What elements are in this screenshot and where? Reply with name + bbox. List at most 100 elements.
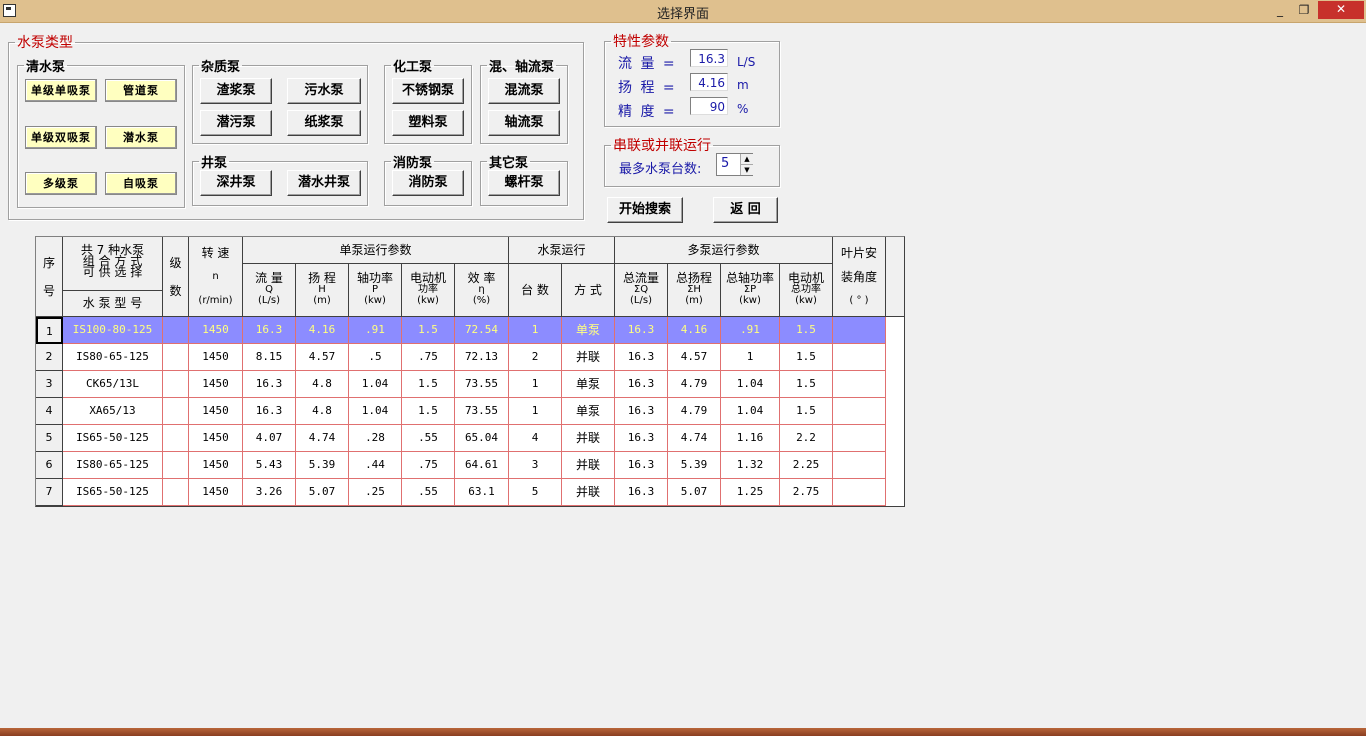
max-pumps-value[interactable]: 5 bbox=[721, 156, 729, 171]
submersible-well-pump-button[interactable]: 潜水井泵 bbox=[287, 170, 361, 196]
head-input[interactable]: 4.16 bbox=[690, 73, 728, 91]
cell-shaft-power[interactable]: .28 bbox=[349, 425, 402, 452]
cell-stage[interactable] bbox=[163, 452, 189, 479]
cell-motor-power[interactable]: .55 bbox=[402, 425, 455, 452]
deep-well-pump-button[interactable]: 深井泵 bbox=[200, 170, 272, 196]
cell-count[interactable]: 1 bbox=[509, 317, 562, 344]
row-number[interactable]: 7 bbox=[36, 479, 63, 506]
cell-total-motor-power[interactable]: 1.5 bbox=[780, 317, 833, 344]
cell-mode[interactable]: 单泵 bbox=[562, 371, 615, 398]
cell-shaft-power[interactable]: .25 bbox=[349, 479, 402, 506]
cell-speed[interactable]: 1450 bbox=[189, 425, 243, 452]
submersible-sewage-button[interactable]: 潜污泵 bbox=[200, 110, 272, 136]
cell-mode[interactable]: 并联 bbox=[562, 479, 615, 506]
cell-total-flow[interactable]: 16.3 bbox=[615, 479, 668, 506]
cell-total-head[interactable]: 4.57 bbox=[668, 344, 721, 371]
cell-total-head[interactable]: 4.79 bbox=[668, 398, 721, 425]
cell-count[interactable]: 5 bbox=[509, 479, 562, 506]
cell-model[interactable]: IS80-65-125 bbox=[63, 344, 163, 371]
cell-model[interactable]: IS100-80-125 bbox=[63, 317, 163, 344]
cell-total-motor-power[interactable]: 2.2 bbox=[780, 425, 833, 452]
results-grid[interactable]: 序号 共 7 种水泵组 合 方 式可 供 选 择 水 泵 型 号 级数 转 速n… bbox=[35, 236, 905, 507]
cell-total-shaft-power[interactable]: 1.25 bbox=[721, 479, 780, 506]
cell-total-flow[interactable]: 16.3 bbox=[615, 371, 668, 398]
cell-flow[interactable]: 16.3 bbox=[243, 317, 296, 344]
cell-head[interactable]: 4.8 bbox=[296, 371, 349, 398]
plastic-pump-button[interactable]: 塑料泵 bbox=[392, 110, 464, 136]
cell-count[interactable]: 1 bbox=[509, 398, 562, 425]
cell-count[interactable]: 1 bbox=[509, 371, 562, 398]
cell-total-shaft-power[interactable]: 1.04 bbox=[721, 398, 780, 425]
cell-flow[interactable]: 16.3 bbox=[243, 371, 296, 398]
cell-count[interactable]: 3 bbox=[509, 452, 562, 479]
cell-total-motor-power[interactable]: 2.25 bbox=[780, 452, 833, 479]
row-number[interactable]: 1 bbox=[36, 317, 63, 344]
cell-model[interactable]: IS65-50-125 bbox=[63, 425, 163, 452]
cell-model[interactable]: IS80-65-125 bbox=[63, 452, 163, 479]
fire-pump-button[interactable]: 消防泵 bbox=[392, 170, 464, 196]
cell-total-head[interactable]: 5.39 bbox=[668, 452, 721, 479]
cell-shaft-power[interactable]: .91 bbox=[349, 317, 402, 344]
cell-total-shaft-power[interactable]: 1.04 bbox=[721, 371, 780, 398]
cell-stage[interactable] bbox=[163, 371, 189, 398]
sewage-pump-button[interactable]: 污水泵 bbox=[287, 78, 361, 104]
cell-stage[interactable] bbox=[163, 398, 189, 425]
cell-stage[interactable] bbox=[163, 425, 189, 452]
cell-total-motor-power[interactable]: 1.5 bbox=[780, 398, 833, 425]
spin-up-icon[interactable]: ▲ bbox=[740, 154, 753, 165]
cell-total-flow[interactable]: 16.3 bbox=[615, 317, 668, 344]
screw-pump-button[interactable]: 螺杆泵 bbox=[488, 170, 560, 196]
cell-blade-angle[interactable] bbox=[833, 398, 886, 425]
cell-motor-power[interactable]: 1.5 bbox=[402, 371, 455, 398]
cell-total-head[interactable]: 4.79 bbox=[668, 371, 721, 398]
cell-motor-power[interactable]: .75 bbox=[402, 452, 455, 479]
precision-input[interactable]: 90 bbox=[690, 97, 728, 115]
pipeline-pump-button[interactable]: 管道泵 bbox=[105, 79, 177, 102]
single-stage-double-suction-button[interactable]: 单级双吸泵 bbox=[25, 126, 97, 149]
submersible-pump-button[interactable]: 潜水泵 bbox=[105, 126, 177, 149]
self-priming-pump-button[interactable]: 自吸泵 bbox=[105, 172, 177, 195]
cell-head[interactable]: 4.16 bbox=[296, 317, 349, 344]
row-number[interactable]: 2 bbox=[36, 344, 63, 371]
cell-speed[interactable]: 1450 bbox=[189, 398, 243, 425]
cell-motor-power[interactable]: 1.5 bbox=[402, 317, 455, 344]
cell-efficiency[interactable]: 72.13 bbox=[455, 344, 509, 371]
cell-head[interactable]: 4.74 bbox=[296, 425, 349, 452]
cell-head[interactable]: 5.07 bbox=[296, 479, 349, 506]
cell-speed[interactable]: 1450 bbox=[189, 371, 243, 398]
cell-stage[interactable] bbox=[163, 479, 189, 506]
cell-count[interactable]: 2 bbox=[509, 344, 562, 371]
cell-head[interactable]: 4.8 bbox=[296, 398, 349, 425]
cell-total-flow[interactable]: 16.3 bbox=[615, 425, 668, 452]
cell-flow[interactable]: 16.3 bbox=[243, 398, 296, 425]
paper-pulp-pump-button[interactable]: 纸浆泵 bbox=[287, 110, 361, 136]
cell-speed[interactable]: 1450 bbox=[189, 344, 243, 371]
cell-blade-angle[interactable] bbox=[833, 479, 886, 506]
maximize-button[interactable]: ❐ bbox=[1296, 2, 1312, 18]
cell-total-shaft-power[interactable]: 1.32 bbox=[721, 452, 780, 479]
cell-total-motor-power[interactable]: 2.75 bbox=[780, 479, 833, 506]
minimize-button[interactable]: _ bbox=[1272, 2, 1288, 18]
cell-speed[interactable]: 1450 bbox=[189, 317, 243, 344]
slurry-pump-button[interactable]: 渣浆泵 bbox=[200, 78, 272, 104]
cell-motor-power[interactable]: .75 bbox=[402, 344, 455, 371]
multistage-pump-button[interactable]: 多级泵 bbox=[25, 172, 97, 195]
cell-shaft-power[interactable]: .44 bbox=[349, 452, 402, 479]
cell-efficiency[interactable]: 72.54 bbox=[455, 317, 509, 344]
cell-total-flow[interactable]: 16.3 bbox=[615, 344, 668, 371]
cell-total-head[interactable]: 5.07 bbox=[668, 479, 721, 506]
cell-model[interactable]: IS65-50-125 bbox=[63, 479, 163, 506]
cell-motor-power[interactable]: 1.5 bbox=[402, 398, 455, 425]
mixed-flow-pump-button[interactable]: 混流泵 bbox=[488, 78, 560, 104]
cell-head[interactable]: 4.57 bbox=[296, 344, 349, 371]
cell-total-head[interactable]: 4.16 bbox=[668, 317, 721, 344]
cell-flow[interactable]: 8.15 bbox=[243, 344, 296, 371]
cell-shaft-power[interactable]: 1.04 bbox=[349, 398, 402, 425]
start-search-button[interactable]: 开始搜索 bbox=[607, 197, 683, 223]
cell-efficiency[interactable]: 73.55 bbox=[455, 398, 509, 425]
cell-head[interactable]: 5.39 bbox=[296, 452, 349, 479]
cell-model[interactable]: CK65/13L bbox=[63, 371, 163, 398]
row-number[interactable]: 5 bbox=[36, 425, 63, 452]
back-button[interactable]: 返 回 bbox=[713, 197, 778, 223]
cell-total-motor-power[interactable]: 1.5 bbox=[780, 344, 833, 371]
